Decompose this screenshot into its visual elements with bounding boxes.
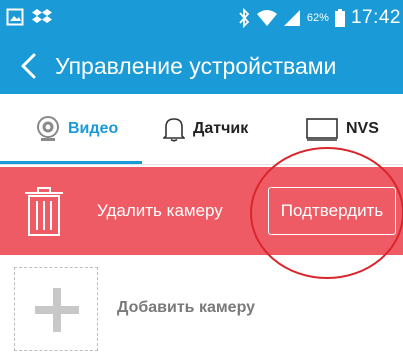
page-title: Управление устройствами xyxy=(55,53,337,79)
clock: 17:42 xyxy=(350,7,401,28)
bluetooth-icon xyxy=(239,8,250,28)
tab-video-label: Видео xyxy=(68,120,119,137)
plus-icon xyxy=(35,288,79,332)
delete-camera-bar: Удалить камеру Подтвердить xyxy=(0,167,403,255)
dropbox-icon xyxy=(32,9,52,23)
device-tabs: Видео Датчик NVS xyxy=(0,94,403,165)
webcam-icon xyxy=(37,116,59,141)
signal-icon xyxy=(283,10,300,26)
tab-video[interactable]: Видео xyxy=(36,94,118,164)
monitor-icon xyxy=(306,118,338,141)
battery-icon xyxy=(334,9,345,27)
image-icon xyxy=(6,8,24,26)
tab-sensor[interactable]: Датчик xyxy=(163,94,248,164)
status-right: 62% 17:42 xyxy=(237,7,401,29)
bell-icon xyxy=(163,118,185,142)
app-bar: Управление устройствами xyxy=(0,38,403,94)
status-bar: 62% 17:42 xyxy=(0,0,403,38)
battery-percent: 62% xyxy=(306,12,329,24)
active-tab-indicator xyxy=(0,161,142,164)
trash-icon[interactable] xyxy=(24,187,64,237)
tab-sensor-label: Датчик xyxy=(193,120,249,137)
add-camera-tile[interactable] xyxy=(14,267,98,351)
wifi-icon xyxy=(256,10,277,26)
status-left-icons xyxy=(6,8,52,26)
chevron-left-icon[interactable] xyxy=(16,52,44,80)
tab-nvs-label: NVS xyxy=(346,120,379,137)
delete-camera-label: Удалить камеру xyxy=(97,201,223,220)
add-camera-label[interactable]: Добавить камеру xyxy=(117,299,255,317)
tab-nvs[interactable]: NVS xyxy=(306,94,379,164)
confirm-button[interactable]: Подтвердить xyxy=(268,187,396,235)
